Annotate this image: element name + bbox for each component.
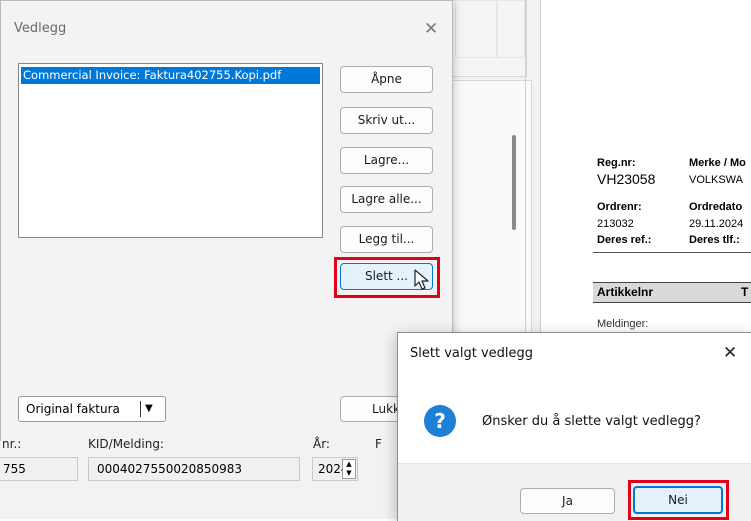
background-grid-cell <box>455 0 497 58</box>
confirm-footer: Ja Nei <box>398 463 751 521</box>
nr-field[interactable]: 755 <box>0 457 78 481</box>
ordrenr-value: 213032 <box>597 218 634 230</box>
extra-label: F <box>375 437 382 451</box>
kid-field[interactable]: 0004027550020850983 <box>88 457 300 481</box>
kid-field-value: 0004027550020850983 <box>97 462 243 476</box>
confirm-delete-dialog: Slett valgt vedlegg ✕ ? Ønsker du å slet… <box>397 332 751 521</box>
confirm-message: Ønsker du å slette valgt vedlegg? <box>482 414 701 429</box>
original-invoice-select-label: Original faktura <box>26 402 120 416</box>
regnr-label: Reg.nr: <box>597 157 636 169</box>
confirm-dialog-title: Slett valgt vedlegg <box>410 346 533 361</box>
attachment-list-item[interactable]: Commercial Invoice: Faktura402755.Kopi.p… <box>21 67 320 84</box>
select-divider <box>140 401 141 417</box>
close-button-label: Lukk <box>372 402 400 416</box>
background-grid-cell <box>497 0 525 58</box>
original-invoice-select[interactable]: Original faktura ▼ <box>18 396 166 422</box>
artikkelnr-header: Artikkelnr <box>597 285 654 299</box>
print-button[interactable]: Skriv ut... <box>340 107 433 134</box>
merke-value: VOLKSWA <box>689 174 743 186</box>
vedlegg-dialog-title: Vedlegg <box>14 21 67 36</box>
deres-tlf-label: Deres tlf.: <box>689 234 740 246</box>
deres-ref-label: Deres ref.: <box>597 234 652 246</box>
mouse-cursor-icon <box>414 269 429 290</box>
meldinger-label: Meldinger: <box>597 318 649 330</box>
year-spinner-icon[interactable]: ▲ ▼ <box>342 459 356 479</box>
vedlegg-close-icon[interactable]: ✕ <box>424 21 438 38</box>
regnr-value: VH23058 <box>597 171 656 187</box>
dropdown-arrow-icon[interactable]: ▼ <box>145 397 153 421</box>
merke-label: Merke / Mo <box>689 157 746 169</box>
ordredato-value: 29.11.2024 <box>689 218 744 230</box>
save-all-button[interactable]: Lagre alle... <box>340 186 433 213</box>
open-button[interactable]: Åpne <box>340 66 433 93</box>
nr-field-value: 755 <box>3 462 26 476</box>
yes-button[interactable]: Ja <box>520 488 615 514</box>
nr-label: nr.: <box>2 437 22 451</box>
background-scrollbar[interactable] <box>512 135 516 230</box>
bottom-form: nr.: 755 KID/Melding: 000402755002085098… <box>0 437 452 519</box>
vedlegg-dialog: Vedlegg ✕ Commercial Invoice: Faktura402… <box>0 0 453 443</box>
t-header: T <box>741 285 749 299</box>
question-icon: ? <box>424 405 456 437</box>
add-button[interactable]: Legg til... <box>340 226 433 253</box>
confirm-close-icon[interactable]: ✕ <box>723 345 737 362</box>
save-button[interactable]: Lagre... <box>340 147 433 174</box>
ordrenr-label: Ordrenr: <box>597 201 642 213</box>
year-label: År: <box>313 437 330 451</box>
document-separator-line <box>593 252 751 253</box>
kid-label: KID/Melding: <box>88 437 164 451</box>
attachment-list[interactable]: Commercial Invoice: Faktura402755.Kopi.p… <box>18 63 323 238</box>
no-button[interactable]: Nei <box>633 486 723 514</box>
ordredato-label: Ordredato <box>689 201 743 213</box>
